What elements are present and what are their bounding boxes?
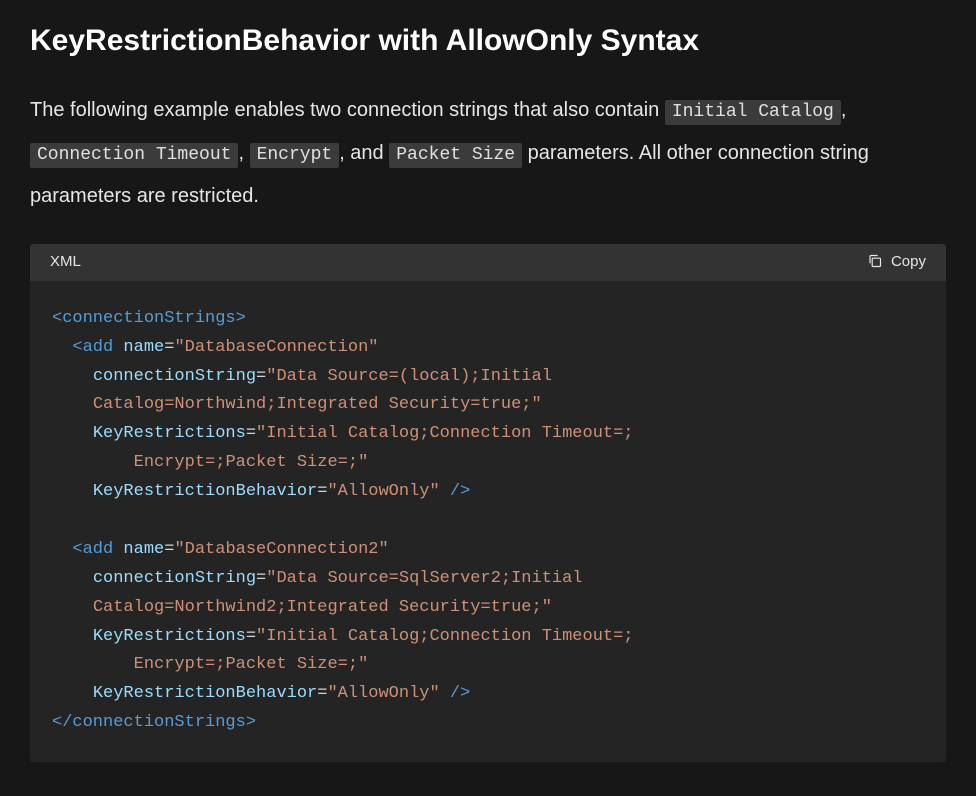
code-language-label: XML [50, 250, 81, 273]
inline-code-initial-catalog: Initial Catalog [665, 100, 841, 125]
code-header: XML Copy [30, 244, 946, 281]
intro-text: , [238, 142, 249, 164]
inline-code-packet-size: Packet Size [389, 143, 522, 168]
code-body: <connectionStrings> <add name="DatabaseC… [30, 281, 946, 762]
inline-code-connection-timeout: Connection Timeout [30, 143, 238, 168]
copy-button[interactable]: Copy [867, 251, 926, 272]
section-heading: KeyRestrictionBehavior with AllowOnly Sy… [30, 18, 946, 65]
intro-text: , [841, 99, 847, 121]
code-block: XML Copy <connectionStrings> <add name="… [30, 244, 946, 763]
inline-code-encrypt: Encrypt [250, 143, 340, 168]
copy-button-label: Copy [891, 253, 926, 270]
intro-text: The following example enables two connec… [30, 99, 665, 121]
intro-paragraph: The following example enables two connec… [30, 89, 946, 218]
intro-text: , and [339, 142, 389, 164]
copy-icon [867, 253, 883, 269]
